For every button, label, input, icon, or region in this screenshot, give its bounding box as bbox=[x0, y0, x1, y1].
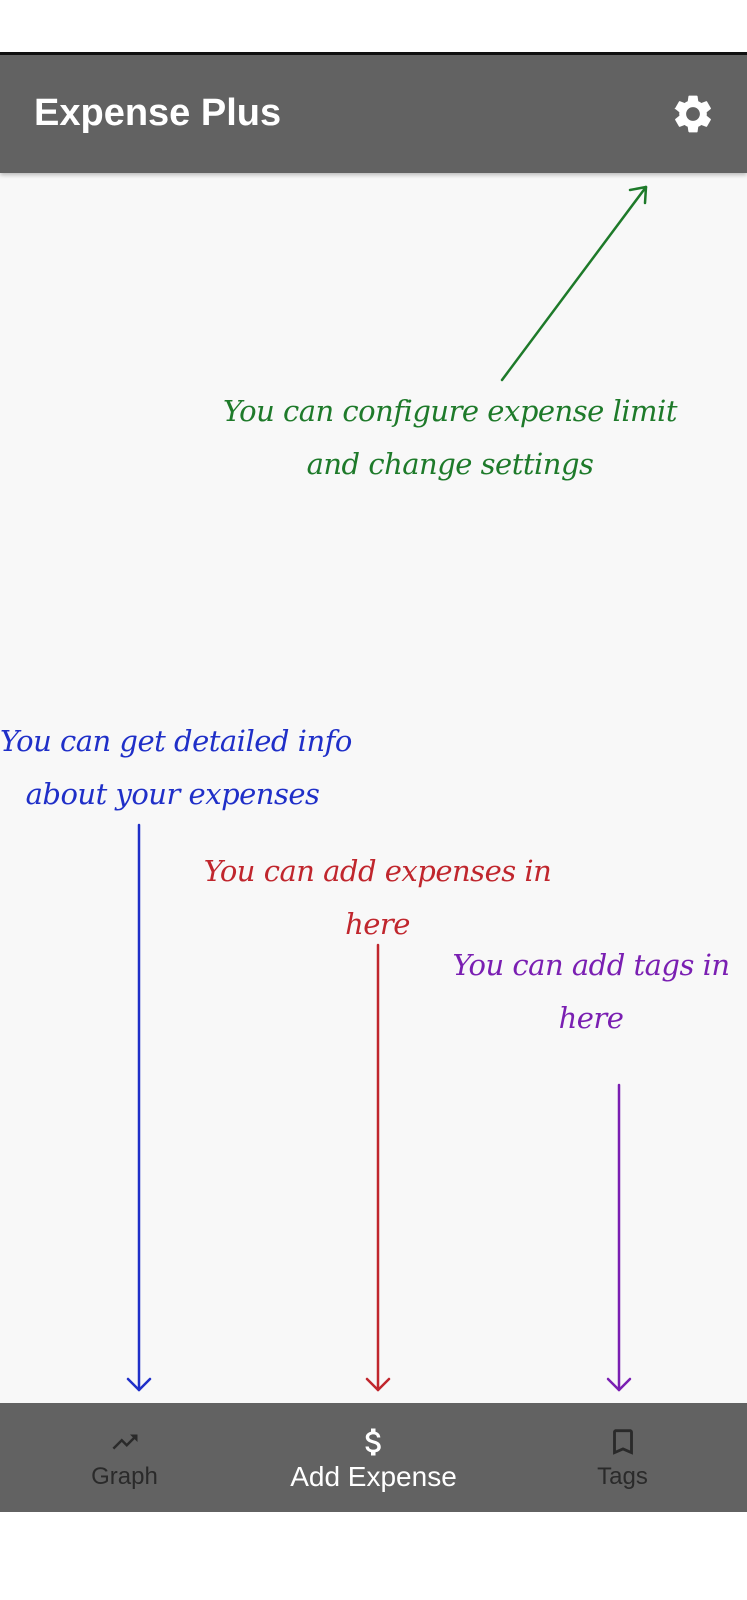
app-screen: Expense Plus You can configure expense l… bbox=[0, 52, 747, 1512]
nav-add-expense[interactable]: Add Expense bbox=[249, 1403, 498, 1512]
nav-tags[interactable]: Tags bbox=[498, 1403, 747, 1512]
nav-tags-label: Tags bbox=[597, 1462, 648, 1490]
trending-up-icon bbox=[112, 1434, 137, 1449]
nav-graph[interactable]: Graph bbox=[0, 1403, 249, 1512]
bookmark-icon bbox=[612, 1428, 633, 1455]
nav-add-expense-label: Add Expense bbox=[290, 1460, 457, 1492]
annotation-arrows bbox=[126, 185, 648, 1392]
bottom-navigation: Graph Add Expense Tags bbox=[0, 1403, 747, 1512]
settings-arrow bbox=[500, 185, 648, 382]
add-expense-arrow bbox=[365, 943, 391, 1392]
nav-graph-label: Graph bbox=[91, 1462, 158, 1490]
tags-arrow bbox=[606, 1083, 632, 1392]
dollar-icon bbox=[364, 1428, 381, 1455]
graph-arrow bbox=[126, 823, 152, 1392]
